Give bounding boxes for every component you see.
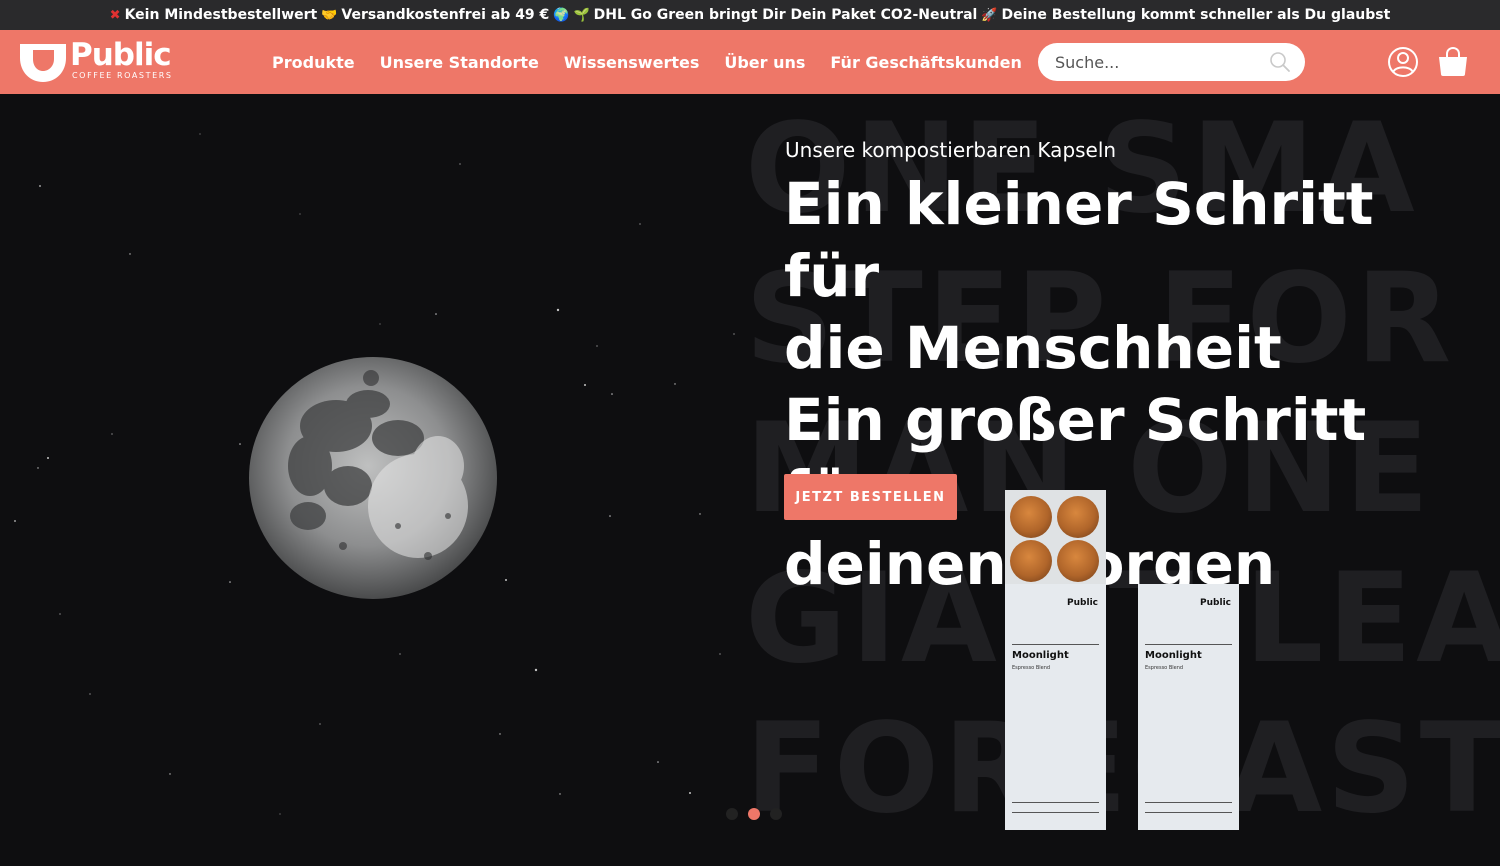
box-brand: Public — [1067, 598, 1098, 608]
hero-title-line: die Menschheit — [784, 314, 1282, 382]
main-nav: Produkte Unsere Standorte Wissenswertes … — [272, 30, 1022, 94]
announcement-bar: ✖ Kein Mindestbestellwert 🤝 Versandkoste… — [0, 0, 1500, 30]
rocket-icon: 🚀 — [981, 7, 998, 23]
background-word: FORECAST — [745, 697, 1500, 841]
coffee-capsule — [1057, 540, 1099, 582]
box-product-subname: Espresso Blend — [1145, 665, 1184, 671]
globe-icon: 🌍 — [553, 7, 570, 23]
product-box: Public Moonlight Espresso Blend — [1138, 584, 1239, 830]
search-bar — [1038, 43, 1305, 81]
carousel-pagination — [726, 808, 782, 820]
logo-subtitle: COFFEE ROASTERS — [72, 71, 173, 80]
cart-icon[interactable] — [1437, 47, 1469, 77]
box-divider — [1145, 644, 1232, 645]
cup-logo-icon — [20, 44, 66, 82]
capsule-tray — [1005, 490, 1106, 584]
nav-item-geschaeftskunden[interactable]: Für Geschäftskunden — [830, 53, 1021, 72]
coffee-capsule — [1010, 540, 1052, 582]
nav-item-produkte[interactable]: Produkte — [272, 53, 355, 72]
moon-image — [249, 357, 497, 599]
box-divider — [1012, 812, 1099, 813]
nav-item-wissenswertes[interactable]: Wissenswertes — [564, 53, 700, 72]
nav-item-ueber-uns[interactable]: Über uns — [724, 53, 805, 72]
account-icon[interactable] — [1387, 46, 1419, 78]
product-box-open: Public Moonlight Espresso Blend — [1005, 584, 1106, 830]
coffee-capsule — [1010, 496, 1052, 538]
box-divider — [1012, 802, 1099, 803]
hero-title-line: Ein kleiner Schritt für — [784, 170, 1374, 310]
order-now-button[interactable]: JETZT BESTELLEN — [784, 474, 957, 520]
logo-wordmark: Public — [70, 37, 172, 73]
box-product-subname: Espresso Blend — [1012, 665, 1051, 671]
box-divider — [1145, 812, 1232, 813]
nav-item-standorte[interactable]: Unsere Standorte — [380, 53, 539, 72]
search-input[interactable] — [1055, 52, 1265, 72]
box-brand: Public — [1200, 598, 1231, 608]
cross-mark-icon: ✖ — [109, 7, 121, 23]
announcement-text-4: Deine Bestellung kommt schneller als Du … — [1001, 7, 1391, 23]
hero-eyebrow: Unsere kompostierbaren Kapseln — [785, 138, 1117, 162]
announcement-text-2: Versandkostenfrei ab 49 € — [341, 7, 550, 23]
logo[interactable]: Public COFFEE ROASTERS — [20, 37, 180, 84]
site-header: Public COFFEE ROASTERS Produkte Unsere S… — [0, 30, 1500, 94]
box-divider — [1012, 644, 1099, 645]
handshake-icon: 🤝 — [321, 7, 338, 23]
carousel-dot[interactable] — [770, 808, 782, 820]
carousel-dot[interactable] — [726, 808, 738, 820]
box-product-name: Moonlight — [1145, 650, 1202, 661]
box-product-name: Moonlight — [1012, 650, 1069, 661]
carousel-dot-active[interactable] — [748, 808, 760, 820]
box-divider — [1145, 802, 1232, 803]
hero-slide: ONE SMA STEP FOR MAN ONE GIANT LEA FOREC… — [0, 94, 1500, 866]
search-icon[interactable] — [1269, 51, 1291, 73]
announcement-text-3: DHL Go Green bringt Dir Dein Paket CO2-N… — [593, 7, 978, 23]
seedling-icon: 🌱 — [573, 7, 590, 23]
announcement-text-1: Kein Mindestbestellwert — [124, 7, 318, 23]
coffee-capsule — [1057, 496, 1099, 538]
